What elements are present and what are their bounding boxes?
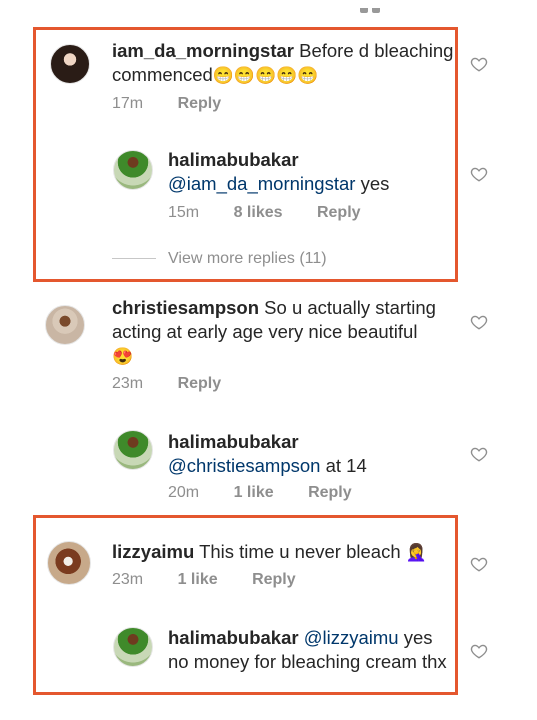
reply-username[interactable]: halimabubakar — [168, 149, 299, 170]
emoji: 🤦‍♀️ — [405, 543, 427, 562]
heart-outline-icon — [470, 447, 488, 462]
reply-button[interactable]: Reply — [252, 571, 296, 588]
heart-outline-icon — [470, 557, 488, 572]
reply-body: yes — [360, 173, 390, 194]
comment-time: 23m — [112, 375, 144, 392]
reply-button[interactable]: Reply — [178, 375, 222, 392]
divider — [112, 258, 156, 260]
reply-text: halimabubakar @christiesampson at 14 — [168, 430, 453, 478]
mention-link[interactable]: @lizzyaimu — [304, 627, 399, 648]
avatar[interactable] — [113, 430, 153, 470]
comment-text: lizzyaimu This time u never bleach 🤦‍♀️ — [112, 540, 457, 564]
likes-count[interactable]: 1 like — [234, 484, 274, 501]
reply-username[interactable]: halimabubakar — [168, 431, 299, 452]
comment-username[interactable]: christiesampson — [112, 297, 259, 318]
view-more-label: View more replies (11) — [168, 250, 327, 267]
like-button[interactable] — [470, 313, 488, 331]
reply-text: halimabubakar @lizzyaimu yes no money fo… — [168, 626, 453, 674]
heart-outline-icon — [470, 57, 488, 72]
comment-username[interactable]: iam_da_morningstar — [112, 40, 294, 61]
avatar[interactable] — [113, 150, 153, 190]
comment-time: 23m — [112, 571, 144, 588]
reply-button[interactable]: Reply — [178, 95, 222, 112]
heart-outline-icon — [470, 315, 488, 330]
emoji: 😁😁😁😁😁 — [212, 66, 319, 85]
avatar[interactable] — [47, 541, 91, 585]
comment-meta: 17m Reply — [112, 93, 251, 115]
emoji: 😍 — [112, 347, 134, 366]
reply-username[interactable]: halimabubakar — [168, 627, 299, 648]
view-more-replies[interactable]: View more replies (11) — [112, 248, 327, 270]
likes-count[interactable]: 1 like — [178, 571, 218, 588]
avatar[interactable] — [113, 627, 153, 667]
like-button[interactable] — [470, 642, 488, 660]
reply-meta: 15m 8 likes Reply — [168, 202, 391, 224]
mention-link[interactable]: @iam_da_morningstar — [168, 173, 355, 194]
reply-button[interactable]: Reply — [317, 204, 361, 221]
mention-link[interactable]: @christiesampson — [168, 455, 320, 476]
comment-username[interactable]: lizzyaimu — [112, 541, 194, 562]
like-button[interactable] — [470, 55, 488, 73]
avatar[interactable] — [50, 44, 90, 84]
like-button[interactable] — [470, 555, 488, 573]
comment-meta: 23m Reply — [112, 373, 251, 395]
reply-time: 15m — [168, 204, 200, 221]
comment-body: This time u never bleach — [199, 541, 401, 562]
comment-time: 17m — [112, 95, 144, 112]
heart-outline-icon — [470, 644, 488, 659]
reply-text: halimabubakar @iam_da_morningstar yes — [168, 148, 453, 196]
heart-outline-icon — [470, 167, 488, 182]
comment-text: iam_da_morningstar Before d bleaching co… — [112, 39, 457, 87]
reply-button[interactable]: Reply — [308, 484, 352, 501]
scroll-fragment — [360, 0, 410, 13]
reply-meta: 20m 1 like Reply — [168, 482, 382, 504]
like-button[interactable] — [470, 165, 488, 183]
reply-time: 20m — [168, 484, 200, 501]
likes-count[interactable]: 8 likes — [234, 204, 283, 221]
avatar[interactable] — [45, 305, 85, 345]
comment-text: christiesampson So u actually starting a… — [112, 296, 457, 368]
like-button[interactable] — [470, 445, 488, 463]
comment-meta: 23m 1 like Reply — [112, 569, 326, 591]
reply-body: at 14 — [325, 455, 367, 476]
